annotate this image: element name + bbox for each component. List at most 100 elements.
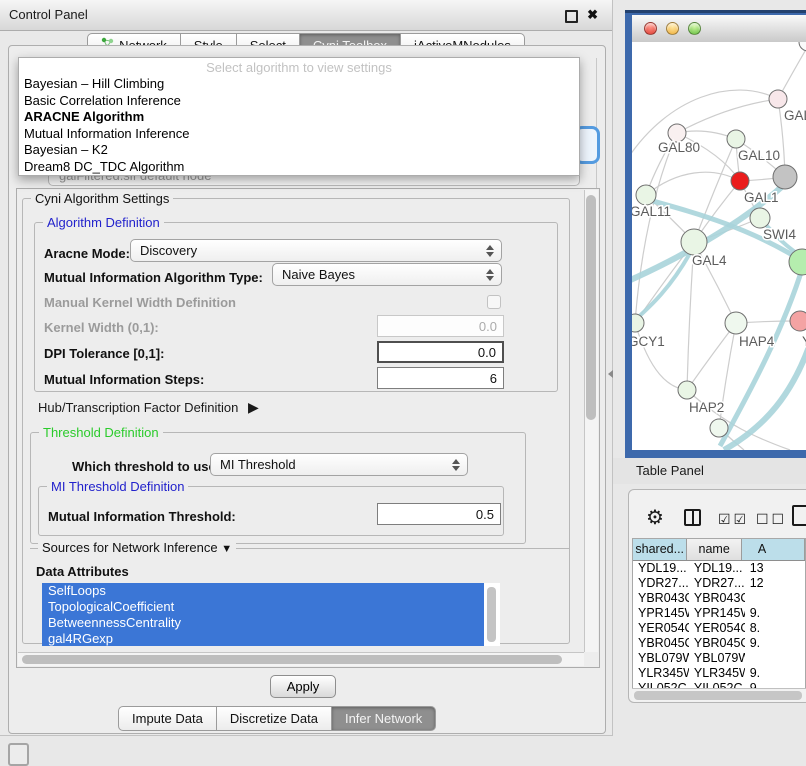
float-window-icon[interactable] bbox=[565, 10, 578, 23]
network-node[interactable] bbox=[773, 165, 797, 189]
table-cell[interactable]: 9. bbox=[745, 636, 805, 651]
table-cell[interactable]: YPR145W bbox=[633, 606, 689, 621]
table-row[interactable]: YLR345WYLR345W9. bbox=[633, 666, 805, 681]
network-node[interactable] bbox=[678, 381, 696, 399]
network-node[interactable] bbox=[710, 419, 728, 437]
mi-type-combobox[interactable]: Naive Bayes bbox=[272, 263, 502, 286]
gear-icon[interactable]: ⚙ bbox=[646, 505, 664, 530]
network-node[interactable] bbox=[681, 229, 707, 255]
columns-icon[interactable] bbox=[684, 509, 701, 526]
table-cell[interactable]: YPR145W bbox=[689, 606, 745, 621]
table-row[interactable]: YBL079WYBL079W bbox=[633, 651, 805, 666]
table-row[interactable]: YPR145WYPR145W9. bbox=[633, 606, 805, 621]
vertical-scrollbar-thumb[interactable] bbox=[586, 195, 596, 420]
tab-discretize-data[interactable]: Discretize Data bbox=[217, 706, 332, 731]
manual-kernel-checkbox[interactable] bbox=[487, 295, 501, 309]
minimize-traffic-light-icon[interactable] bbox=[666, 22, 679, 35]
tab-label: Infer Network bbox=[345, 707, 422, 730]
close-icon[interactable]: ✖ bbox=[587, 7, 598, 23]
list-item[interactable]: BetweennessCentrality bbox=[42, 615, 484, 631]
network-canvas[interactable]: GALGAL80GAL10GAL1GAL11SWI4GAL4GCY1HAP4YH… bbox=[632, 42, 806, 450]
list-item[interactable]: gal4RGexp bbox=[42, 631, 484, 646]
table-scrollbar-thumb[interactable] bbox=[634, 691, 802, 700]
splitter-collapse-icon[interactable] bbox=[608, 370, 613, 378]
table-cell[interactable]: YDR27... bbox=[689, 576, 745, 591]
network-node[interactable] bbox=[799, 42, 806, 51]
table-cell[interactable]: YBL079W bbox=[633, 651, 689, 666]
network-graph: GALGAL80GAL10GAL1GAL11SWI4GAL4GCY1HAP4YH… bbox=[632, 42, 806, 450]
minimized-panel-icon[interactable] bbox=[8, 743, 29, 766]
table-cell[interactable]: 8. bbox=[745, 621, 805, 636]
table-cell[interactable]: 9. bbox=[745, 666, 805, 681]
table-row[interactable]: YBR043CYBR043C bbox=[633, 591, 805, 606]
table-horizontal-scrollbar[interactable] bbox=[632, 688, 806, 701]
table-row[interactable]: YDR27...YDR27...12 bbox=[633, 576, 805, 591]
table-cell[interactable]: YDR27... bbox=[633, 576, 689, 591]
mi-steps-input[interactable] bbox=[377, 367, 504, 389]
network-window-titlebar[interactable] bbox=[632, 15, 806, 43]
kernel-width-input[interactable] bbox=[377, 315, 504, 337]
network-node[interactable] bbox=[750, 208, 770, 228]
document-icon[interactable] bbox=[792, 505, 806, 526]
column-header[interactable]: A bbox=[742, 539, 805, 560]
clear-checkboxes-icon[interactable]: ☐☐ bbox=[756, 511, 787, 528]
table-cell[interactable]: YIL052C bbox=[633, 681, 689, 688]
close-traffic-light-icon[interactable] bbox=[644, 22, 657, 35]
apply-button[interactable]: Apply bbox=[270, 675, 336, 698]
horizontal-scrollbar[interactable] bbox=[18, 652, 584, 666]
list-item[interactable]: TopologicalCoefficient bbox=[42, 599, 484, 615]
which-threshold-combobox[interactable]: MI Threshold bbox=[210, 453, 468, 476]
vertical-scrollbar[interactable] bbox=[584, 190, 598, 652]
table-cell[interactable]: YDL19... bbox=[689, 561, 745, 576]
algorithm-option[interactable]: Basic Correlation Inference bbox=[19, 93, 579, 110]
list-item[interactable]: SelfLoops bbox=[42, 583, 484, 599]
algorithm-option[interactable]: Bayesian – K2 bbox=[19, 142, 579, 159]
algorithm-option[interactable]: Mutual Information Inference bbox=[19, 126, 579, 143]
horizontal-scrollbar-thumb[interactable] bbox=[22, 655, 562, 664]
aracne-mode-combobox[interactable]: Discovery bbox=[130, 239, 502, 262]
table-cell[interactable]: YER054C bbox=[689, 621, 745, 636]
list-scrollbar-thumb[interactable] bbox=[487, 587, 496, 642]
table-cell[interactable] bbox=[745, 591, 805, 606]
zoom-traffic-light-icon[interactable] bbox=[688, 22, 701, 35]
table-cell[interactable]: 13 bbox=[745, 561, 805, 576]
table-cell[interactable]: YDL19... bbox=[633, 561, 689, 576]
table-cell[interactable]: 9. bbox=[745, 681, 805, 688]
hub-definition-toggle[interactable]: Hub/Transcription Factor Definition ▶ bbox=[38, 399, 259, 416]
algorithm-option[interactable]: Dream8 DC_TDC Algorithm bbox=[19, 159, 579, 176]
table-cell[interactable]: YBR045C bbox=[633, 636, 689, 651]
table-row[interactable]: YIL052CYIL052C9. bbox=[633, 681, 805, 688]
network-node[interactable] bbox=[727, 130, 745, 148]
table-cell[interactable]: YLR345W bbox=[633, 666, 689, 681]
table-row[interactable]: YBR045CYBR045C9. bbox=[633, 636, 805, 651]
table-cell[interactable]: YBR045C bbox=[689, 636, 745, 651]
network-node[interactable] bbox=[769, 90, 787, 108]
select-all-checkboxes-icon[interactable]: ☑☑ bbox=[718, 511, 749, 528]
column-header[interactable]: shared... bbox=[633, 539, 687, 560]
table-cell[interactable]: YLR345W bbox=[689, 666, 745, 681]
sources-group-title[interactable]: Sources for Network Inference ▼ bbox=[38, 540, 236, 555]
network-node[interactable] bbox=[790, 311, 806, 331]
network-node[interactable] bbox=[731, 172, 749, 190]
table-row[interactable]: YDL19...YDL19...13 bbox=[633, 561, 805, 576]
algorithm-option[interactable]: Bayesian – Hill Climbing bbox=[19, 76, 579, 93]
table-cell[interactable]: YBL079W bbox=[689, 651, 745, 666]
tab-impute-data[interactable]: Impute Data bbox=[118, 706, 217, 731]
table-cell[interactable]: YER054C bbox=[633, 621, 689, 636]
network-node[interactable] bbox=[632, 314, 644, 332]
algorithm-option-selected[interactable]: ARACNE Algorithm bbox=[19, 109, 579, 126]
network-node[interactable] bbox=[636, 185, 656, 205]
column-header[interactable]: name bbox=[687, 539, 741, 560]
table-cell[interactable] bbox=[745, 651, 805, 666]
network-node[interactable] bbox=[725, 312, 747, 334]
table-row[interactable]: YER054CYER054C8. bbox=[633, 621, 805, 636]
table-cell[interactable]: YIL052C bbox=[689, 681, 745, 688]
tab-infer-network[interactable]: Infer Network bbox=[332, 706, 436, 731]
dpi-tolerance-input[interactable] bbox=[377, 341, 504, 363]
mi-threshold-input[interactable] bbox=[377, 503, 501, 525]
table-cell[interactable]: YBR043C bbox=[689, 591, 745, 606]
table-cell[interactable]: YBR043C bbox=[633, 591, 689, 606]
table-cell[interactable]: 9. bbox=[745, 606, 805, 621]
combobox-value: Discovery bbox=[140, 243, 197, 258]
table-cell[interactable]: 12 bbox=[745, 576, 805, 591]
